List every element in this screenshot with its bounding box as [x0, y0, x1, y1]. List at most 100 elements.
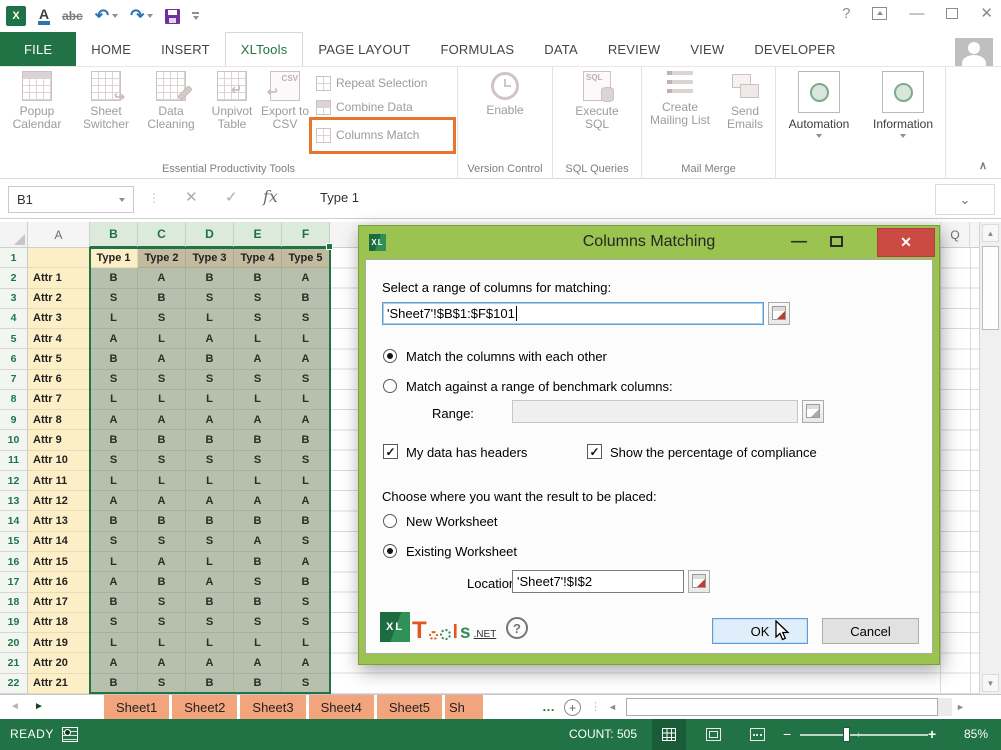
- cell[interactable]: L: [282, 329, 330, 349]
- range-input[interactable]: 'Sheet7'!$B$1:$F$101: [382, 302, 764, 325]
- zoom-level[interactable]: 85%: [944, 719, 988, 750]
- cell[interactable]: B: [90, 674, 138, 694]
- cell[interactable]: B: [186, 268, 234, 288]
- cell[interactable]: Attr 7: [28, 390, 90, 410]
- row-header[interactable]: 9: [0, 410, 28, 430]
- cell[interactable]: A: [282, 268, 330, 288]
- cell[interactable]: S: [138, 674, 186, 694]
- cell[interactable]: S: [138, 451, 186, 471]
- collapse-ribbon-button[interactable]: ∧: [979, 159, 987, 172]
- qat-customize-button[interactable]: [192, 12, 199, 20]
- cell[interactable]: A: [186, 572, 234, 592]
- scroll-down-icon[interactable]: ▼: [982, 674, 999, 692]
- row-header[interactable]: 4: [0, 309, 28, 329]
- maximize-button[interactable]: [946, 8, 958, 19]
- prev-sheet-icon[interactable]: ◄: [10, 701, 20, 712]
- cell[interactable]: Attr 17: [28, 593, 90, 613]
- cell[interactable]: A: [234, 653, 282, 673]
- cell[interactable]: A: [186, 410, 234, 430]
- cell[interactable]: B: [282, 572, 330, 592]
- cell[interactable]: L: [90, 633, 138, 653]
- cell[interactable]: L: [90, 390, 138, 410]
- add-sheet-button[interactable]: +: [564, 699, 581, 716]
- cell[interactable]: L: [282, 471, 330, 491]
- column-header-q[interactable]: Q: [940, 222, 970, 247]
- cell[interactable]: Attr 6: [28, 370, 90, 390]
- cell[interactable]: S: [234, 613, 282, 633]
- checkbox-headers-label[interactable]: My data has headers: [406, 445, 527, 460]
- cell[interactable]: B: [234, 268, 282, 288]
- cell[interactable]: A: [90, 491, 138, 511]
- row-header[interactable]: 13: [0, 491, 28, 511]
- cell[interactable]: Attr 18: [28, 613, 90, 633]
- row-header[interactable]: 14: [0, 511, 28, 531]
- cell[interactable]: L: [90, 471, 138, 491]
- select-all-corner[interactable]: [0, 222, 28, 248]
- ribbon-display-options-icon[interactable]: [872, 7, 887, 20]
- dialog-maximize-button[interactable]: [830, 236, 843, 247]
- checkbox-my-data-has-headers[interactable]: ✓: [383, 444, 398, 459]
- cell[interactable]: A: [138, 349, 186, 369]
- cell[interactable]: Attr 8: [28, 410, 90, 430]
- cell[interactable]: A: [90, 410, 138, 430]
- cell[interactable]: S: [138, 309, 186, 329]
- cell[interactable]: A: [234, 410, 282, 430]
- cell[interactable]: S: [234, 289, 282, 309]
- cell[interactable]: S: [234, 309, 282, 329]
- cell[interactable]: Attr 19: [28, 633, 90, 653]
- tab-home[interactable]: HOME: [76, 32, 146, 66]
- cell[interactable]: A: [186, 329, 234, 349]
- cell[interactable]: S: [282, 532, 330, 552]
- row-header[interactable]: 5: [0, 329, 28, 349]
- create-mailing-list-button[interactable]: Create Mailing List: [644, 71, 716, 127]
- cell[interactable]: S: [234, 451, 282, 471]
- cell[interactable]: L: [282, 633, 330, 653]
- cell[interactable]: B: [186, 674, 234, 694]
- sheet-switcher-button[interactable]: ↪ Sheet Switcher: [74, 71, 138, 131]
- cell[interactable]: A: [282, 491, 330, 511]
- radio-new-worksheet-label[interactable]: New Worksheet: [406, 514, 498, 529]
- row-header[interactable]: 11: [0, 451, 28, 471]
- checkbox-percentage-label[interactable]: Show the percentage of compliance: [610, 445, 817, 460]
- cell[interactable]: B: [138, 511, 186, 531]
- insert-function-icon[interactable]: fx: [263, 187, 278, 206]
- cell[interactable]: B: [186, 593, 234, 613]
- cell[interactable]: S: [138, 370, 186, 390]
- font-color-button[interactable]: A: [38, 7, 50, 25]
- cell[interactable]: S: [282, 593, 330, 613]
- automation-button[interactable]: Automation: [778, 71, 860, 138]
- enable-version-control-button[interactable]: Enable: [472, 71, 538, 117]
- cell[interactable]: B: [234, 430, 282, 450]
- zoom-out-button[interactable]: −: [783, 719, 791, 750]
- sheet-tab-sheet2[interactable]: Sheet2: [172, 695, 237, 720]
- tab-xltools[interactable]: XLTools: [225, 32, 304, 66]
- cell[interactable]: L: [234, 390, 282, 410]
- strikethrough-button[interactable]: abc: [62, 9, 83, 23]
- cell[interactable]: L: [234, 329, 282, 349]
- cell[interactable]: B: [90, 430, 138, 450]
- cell[interactable]: Attr 2: [28, 289, 90, 309]
- cell[interactable]: A: [186, 491, 234, 511]
- row-header[interactable]: 16: [0, 552, 28, 572]
- cell[interactable]: Type 3: [186, 248, 234, 268]
- scroll-up-icon[interactable]: ▲: [982, 224, 999, 242]
- cell[interactable]: S: [90, 451, 138, 471]
- popup-calendar-button[interactable]: Popup Calendar: [4, 71, 70, 131]
- redo-icon[interactable]: ↷: [130, 8, 144, 24]
- undo-icon[interactable]: ↶: [95, 8, 109, 24]
- cell[interactable]: A: [234, 349, 282, 369]
- sheet-tab-sheet3[interactable]: Sheet3: [240, 695, 305, 720]
- cell[interactable]: Attr 20: [28, 653, 90, 673]
- cell[interactable]: A: [138, 268, 186, 288]
- active-cell[interactable]: Type 1: [90, 248, 138, 268]
- cell[interactable]: S: [282, 370, 330, 390]
- cell[interactable]: Attr 21: [28, 674, 90, 694]
- radio-match-benchmark[interactable]: [383, 379, 397, 393]
- cell[interactable]: Attr 11: [28, 471, 90, 491]
- vertical-scroll-thumb[interactable]: [982, 246, 999, 330]
- cell[interactable]: S: [138, 532, 186, 552]
- cell[interactable]: B: [186, 430, 234, 450]
- more-sheets-indicator[interactable]: …: [542, 699, 555, 714]
- tab-page-layout[interactable]: PAGE LAYOUT: [303, 32, 425, 66]
- cell[interactable]: Attr 14: [28, 532, 90, 552]
